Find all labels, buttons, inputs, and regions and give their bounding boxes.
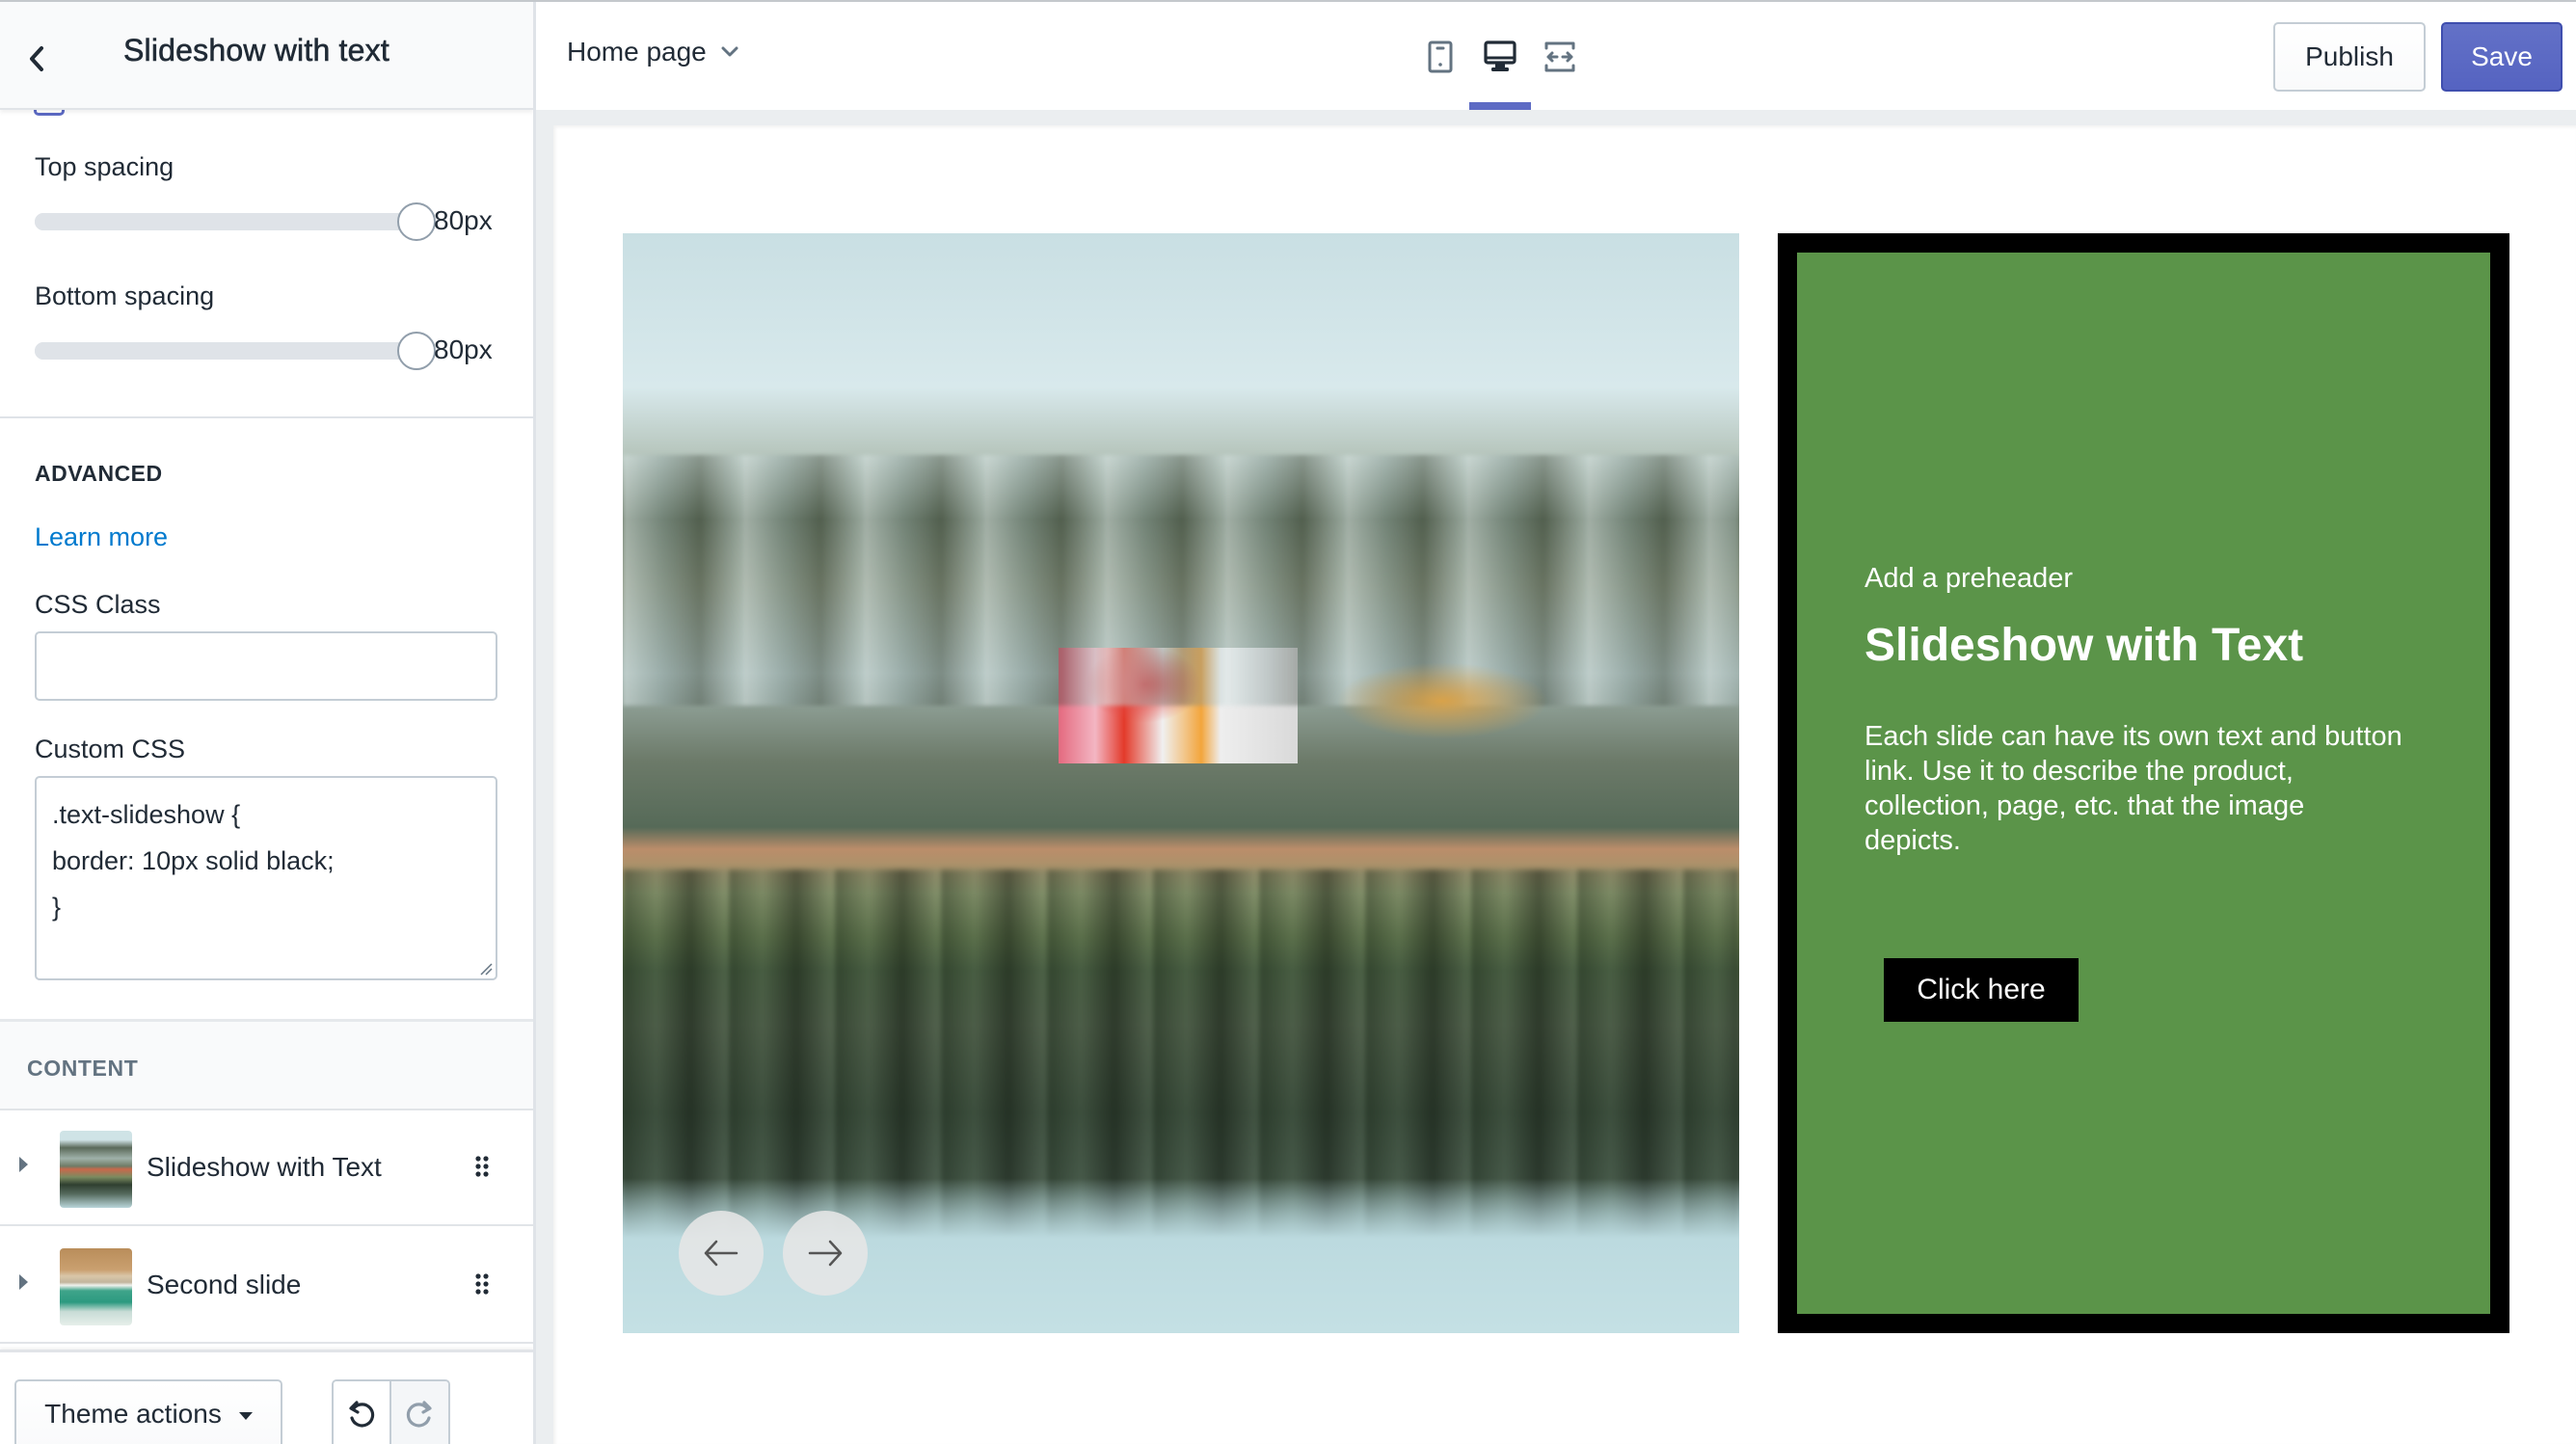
content-section-header: CONTENT <box>0 1019 533 1110</box>
top-spacing-slider[interactable] <box>35 202 436 241</box>
editor-topbar: Home page Publish Save <box>536 2 2576 110</box>
device-switcher <box>1421 21 1579 110</box>
block-name: Second slide <box>147 1270 302 1299</box>
caret-down-icon <box>238 1412 253 1420</box>
theme-actions-label: Theme actions <box>44 1399 222 1429</box>
palm-trees-shape <box>623 455 1739 706</box>
text-slideshow-panel: Add a preheader Slideshow with Text Each… <box>1778 233 2509 1333</box>
block-name: Slideshow with Text <box>147 1152 382 1182</box>
css-class-input[interactable] <box>35 631 497 701</box>
bottom-spacing-slider[interactable] <box>35 332 436 370</box>
desktop-view-button[interactable] <box>1469 21 1531 110</box>
css-line: .text-slideshow { <box>52 800 241 829</box>
slider-thumb[interactable] <box>397 202 436 241</box>
block-item-slideshow-with-text[interactable]: Slideshow with Text <box>0 1110 533 1226</box>
drag-handle-icon[interactable] <box>474 1155 490 1178</box>
slide-heading: Slideshow with Text <box>1865 620 2304 671</box>
back-button[interactable] <box>17 35 56 83</box>
slide-body-text: Each slide can have its own text and but… <box>1865 721 2402 856</box>
custom-css-label: Custom CSS <box>35 735 186 763</box>
section-title: Slideshow with text <box>123 33 389 68</box>
slide-preheader: Add a preheader <box>1865 563 2074 594</box>
publish-button[interactable]: Publish <box>2273 22 2426 92</box>
slider-track-fill <box>35 342 416 360</box>
mobile-icon <box>1428 40 1453 73</box>
beach-aerial-thumbnail <box>60 1248 132 1325</box>
fullscreen-view-button[interactable] <box>1541 21 1579 110</box>
expand-caret-icon[interactable] <box>19 1157 28 1172</box>
chevron-left-icon <box>30 46 43 71</box>
slider-thumb[interactable] <box>397 332 436 370</box>
slide-image-lake-palms <box>623 233 1739 1333</box>
learn-more-link[interactable]: Learn more <box>35 522 168 552</box>
undo-icon <box>349 1401 374 1428</box>
sidebar-header: Slideshow with text <box>0 2 533 110</box>
slide-cta-button[interactable]: Click here <box>1884 958 2079 1022</box>
flowers-shape <box>1336 662 1548 739</box>
bottom-spacing-label: Bottom spacing <box>35 281 215 310</box>
css-class-label: CSS Class <box>35 590 161 619</box>
advanced-heading: ADVANCED <box>35 461 163 486</box>
section-divider <box>0 416 533 418</box>
custom-css-textarea[interactable]: .text-slideshow { border: 10px solid bla… <box>35 776 497 980</box>
resize-handle-icon[interactable] <box>479 962 493 976</box>
sidebar-footer: Theme actions <box>0 1350 533 1444</box>
previous-slide-button[interactable] <box>679 1211 764 1296</box>
drag-handle-icon[interactable] <box>474 1272 490 1296</box>
page-selector-label: Home page <box>567 37 707 67</box>
page-selector[interactable]: Home page <box>567 37 739 67</box>
content-heading: CONTENT <box>27 1056 139 1081</box>
slider-track-fill <box>35 213 416 230</box>
undo-button[interactable] <box>334 1381 391 1444</box>
css-line: border: 10px solid black; <box>52 846 335 875</box>
css-line: } <box>52 893 62 922</box>
arrow-left-icon <box>704 1240 738 1267</box>
settings-sidebar: Full-height Slideshow with text Top spac… <box>0 0 536 1444</box>
window-top-border <box>0 0 2576 2</box>
lake-palms-thumbnail <box>60 1131 132 1208</box>
desktop-icon <box>1484 40 1516 71</box>
block-item-second-slide[interactable]: Second slide <box>0 1228 533 1344</box>
redo-icon <box>407 1401 432 1428</box>
bottom-spacing-value: 80px <box>434 334 493 364</box>
text-slide-content: Add a preheader Slideshow with Text Each… <box>1797 253 2490 1314</box>
top-spacing-value: 80px <box>434 205 493 235</box>
arrow-right-icon <box>808 1240 843 1267</box>
undo-redo-group <box>332 1379 450 1444</box>
chevron-down-icon <box>721 46 738 57</box>
theme-actions-button[interactable]: Theme actions <box>14 1379 282 1444</box>
next-slide-button[interactable] <box>783 1211 868 1296</box>
top-spacing-label: Top spacing <box>35 152 174 181</box>
mobile-view-button[interactable] <box>1421 21 1460 110</box>
fullscreen-icon <box>1544 41 1575 72</box>
redo-button[interactable] <box>390 1381 448 1444</box>
save-button[interactable]: Save <box>2441 22 2563 92</box>
expand-caret-icon[interactable] <box>19 1274 28 1290</box>
